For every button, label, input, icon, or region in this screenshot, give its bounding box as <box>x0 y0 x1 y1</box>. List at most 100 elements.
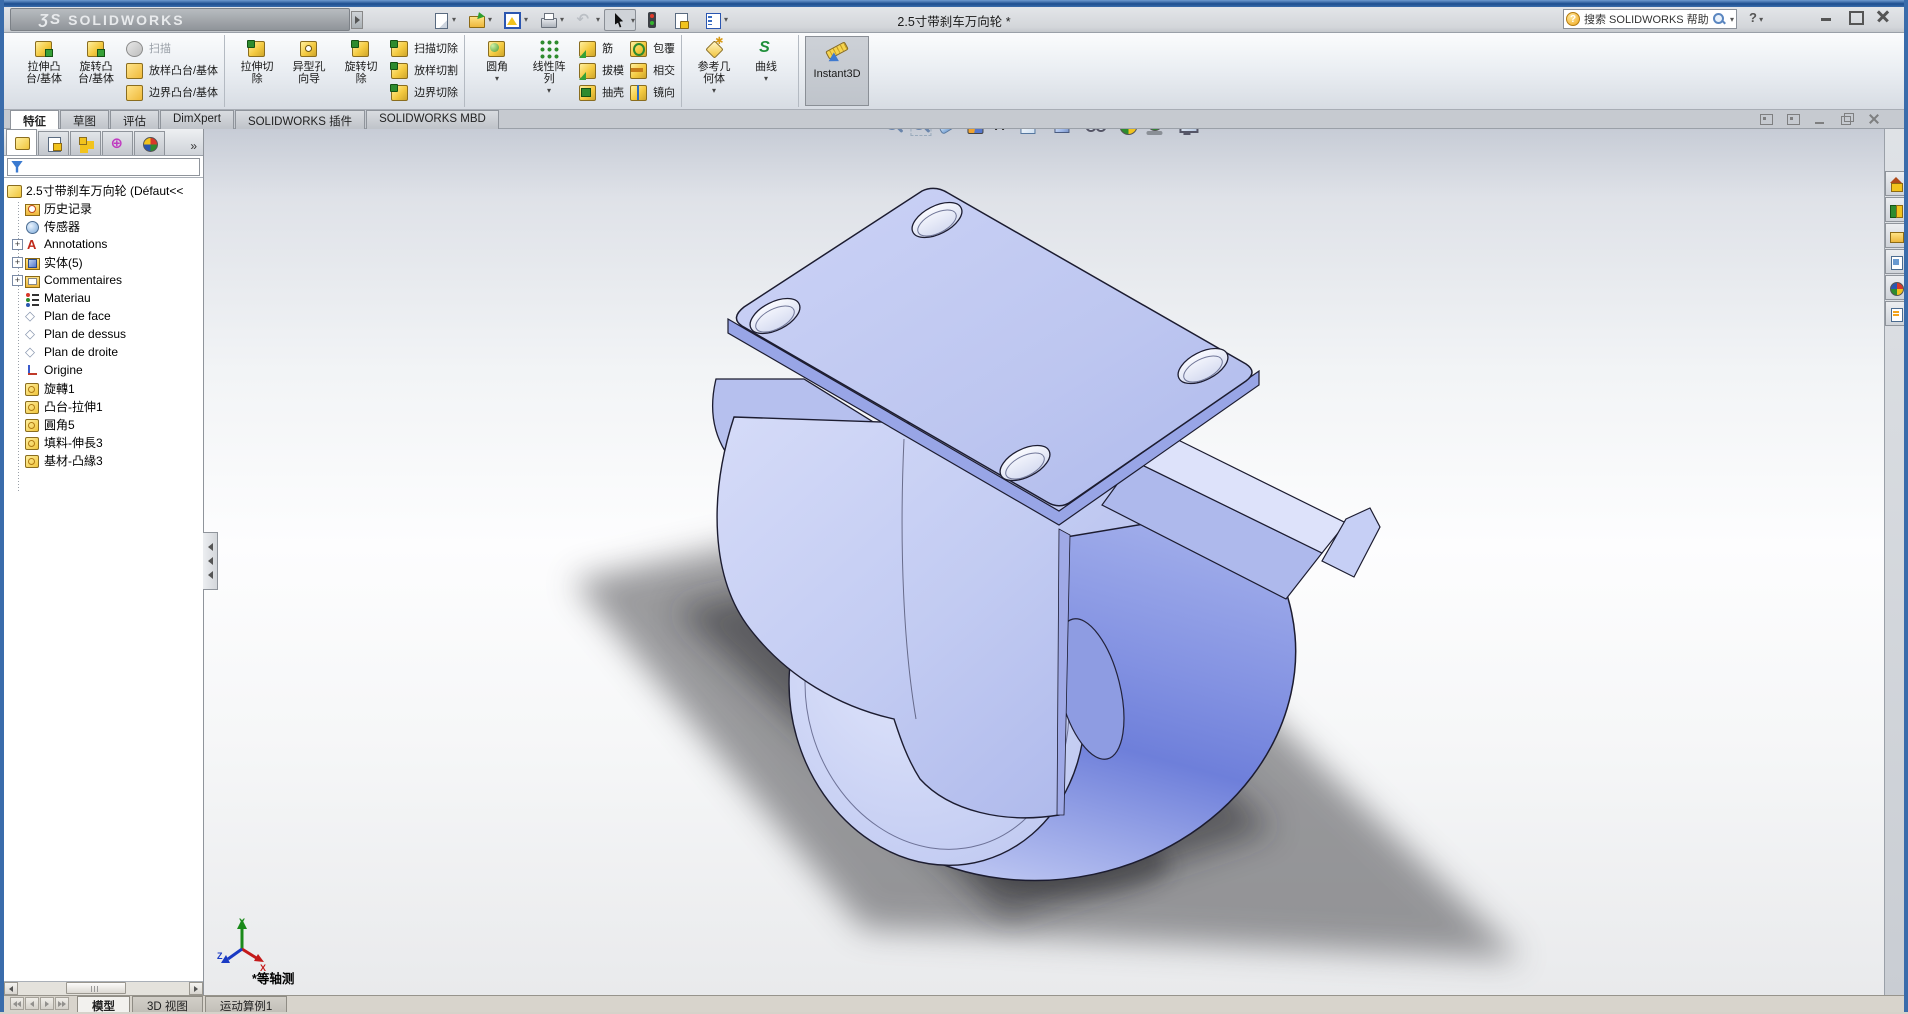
window-tile-icon[interactable] <box>1786 113 1801 125</box>
study-tab[interactable]: 运动算例1 <box>205 996 287 1012</box>
scroll-right-icon[interactable] <box>189 982 203 995</box>
ribbon-button[interactable]: 抽壳 <box>577 83 624 103</box>
tree-expand-toggle[interactable] <box>12 347 23 358</box>
graphics-viewport[interactable]: ▾ ▾ ▾ ▾ <box>204 129 1884 995</box>
command-tab[interactable]: SOLIDWORKS 插件 <box>235 110 365 129</box>
panel-tab[interactable] <box>70 131 101 155</box>
tree-horizontal-scrollbar[interactable] <box>4 981 203 995</box>
tree-item[interactable]: 传感器 <box>4 217 203 235</box>
tree-expand-toggle[interactable] <box>12 293 23 304</box>
scroll-track[interactable] <box>18 982 189 995</box>
help-button[interactable]: ? <box>1749 10 1763 25</box>
task-pane-tab[interactable] <box>1885 249 1904 274</box>
ribbon-button[interactable]: 旋转切 除 <box>335 36 387 106</box>
command-tab[interactable]: 草图 <box>60 110 109 129</box>
headsup-button[interactable]: ▾ <box>1084 129 1111 136</box>
tree-item[interactable]: 圓角5 <box>4 415 203 433</box>
panel-tab[interactable] <box>38 131 69 155</box>
nav-last-icon[interactable] <box>55 997 69 1010</box>
nav-next-icon[interactable] <box>40 997 54 1010</box>
tree-expand-toggle[interactable] <box>12 329 23 340</box>
tree-expand-toggle[interactable] <box>12 437 23 448</box>
tree-item[interactable]: Materiau <box>4 289 203 307</box>
tree-item[interactable]: Plan de droite <box>4 343 203 361</box>
tree-expand-toggle[interactable] <box>12 365 23 376</box>
ribbon-button[interactable]: Instant3D <box>805 36 869 106</box>
search-input[interactable] <box>1584 13 1708 25</box>
tree-item[interactable]: 实体(5) <box>4 253 203 271</box>
command-tab[interactable]: DimXpert <box>160 110 234 129</box>
ribbon-button[interactable]: 拉伸凸 台/基体 <box>18 36 70 106</box>
scroll-thumb[interactable] <box>66 982 126 994</box>
tree-item[interactable]: 旋轉1 <box>4 379 203 397</box>
ribbon-button[interactable]: 圆角 <box>471 36 523 106</box>
ribbon-button[interactable]: 扫描切除 <box>389 39 458 59</box>
search-caret-icon[interactable]: ▾ <box>1730 15 1734 24</box>
ribbon-button[interactable]: 参考几 何体 <box>688 36 740 106</box>
ribbon-button[interactable]: 放样凸台/基体 <box>124 61 218 81</box>
study-tab[interactable]: 3D 视图 <box>132 996 203 1012</box>
task-pane-tab[interactable] <box>1885 301 1904 326</box>
headsup-button[interactable]: ▾ <box>991 129 1012 136</box>
tree-expand-toggle[interactable] <box>12 455 23 466</box>
ribbon-button[interactable]: 扫描 <box>124 39 218 59</box>
study-tab[interactable]: 模型 <box>77 996 130 1012</box>
tree-item[interactable]: Commentaires <box>4 271 203 289</box>
ribbon-button[interactable]: 线性阵 列 <box>523 36 575 106</box>
nav-prev-icon[interactable] <box>25 997 39 1010</box>
headsup-button[interactable]: ▾ <box>937 129 958 136</box>
headsup-button[interactable]: ▾ <box>1018 129 1045 136</box>
headsup-button[interactable]: ▾ <box>910 129 931 136</box>
tree-item[interactable]: 2.5寸带刹车万向轮 (Défaut<< <box>4 181 203 199</box>
headsup-button[interactable]: ▾ <box>883 129 904 136</box>
tree-item[interactable]: Origine <box>4 361 203 379</box>
scroll-left-icon[interactable] <box>4 982 18 995</box>
panel-tab[interactable] <box>134 131 165 155</box>
tree-expand-toggle[interactable] <box>12 257 23 268</box>
search-icon[interactable] <box>1712 12 1726 26</box>
ribbon-button[interactable]: 拉伸切 除 <box>231 36 283 106</box>
command-tab[interactable]: 评估 <box>110 110 159 129</box>
tree-item[interactable]: 凸台-拉伸1 <box>4 397 203 415</box>
command-tab[interactable]: SOLIDWORKS MBD <box>366 110 499 129</box>
ribbon-button[interactable]: 拔模 <box>577 61 624 81</box>
nav-first-icon[interactable] <box>10 997 24 1010</box>
panel-tab[interactable] <box>6 129 37 155</box>
task-pane-tab[interactable] <box>1885 223 1904 248</box>
tree-item[interactable]: 填料-伸長3 <box>4 433 203 451</box>
tree-item[interactable]: Annotations <box>4 235 203 253</box>
ribbon-button[interactable]: 边界凸台/基体 <box>124 83 218 103</box>
tree-filter-input[interactable] <box>7 158 200 176</box>
ribbon-button[interactable]: 曲线 <box>740 36 792 106</box>
ribbon-button[interactable]: 相交 <box>628 61 675 81</box>
tree-expand-toggle[interactable] <box>12 275 23 286</box>
document-close-icon[interactable] <box>1867 113 1882 125</box>
tree-item[interactable]: Plan de dessus <box>4 325 203 343</box>
ribbon-button[interactable]: 旋转凸 台/基体 <box>70 36 122 106</box>
tree-item[interactable]: 基材-凸緣3 <box>4 451 203 469</box>
headsup-button[interactable]: ▾ <box>1178 129 1205 136</box>
tree-expand-toggle[interactable] <box>12 383 23 394</box>
minimize-button[interactable] <box>1820 10 1834 23</box>
panel-overflow-chevron[interactable]: » <box>190 139 201 155</box>
panel-tab[interactable] <box>102 131 133 155</box>
search-box[interactable]: ? ▾ <box>1563 9 1737 29</box>
tree-expand-toggle[interactable] <box>12 401 23 412</box>
tree-expand-toggle[interactable] <box>12 311 23 322</box>
window-tile-icon[interactable] <box>1759 113 1774 125</box>
tree-item[interactable]: Plan de face <box>4 307 203 325</box>
tree-expand-toggle[interactable] <box>12 203 23 214</box>
task-pane-tab[interactable] <box>1885 171 1904 196</box>
headsup-button[interactable]: ▾ <box>964 129 985 136</box>
ribbon-button[interactable]: 筋 <box>577 39 624 59</box>
panel-collapse-handle[interactable] <box>203 532 218 590</box>
tree-expand-toggle[interactable] <box>12 419 23 430</box>
tree-expand-toggle[interactable] <box>12 221 23 232</box>
command-tab[interactable]: 特征 <box>10 110 59 129</box>
maximize-button[interactable] <box>1848 10 1862 23</box>
ribbon-button[interactable]: 镜向 <box>628 83 675 103</box>
ribbon-button[interactable]: 边界切除 <box>389 83 458 103</box>
ribbon-button[interactable]: 包覆 <box>628 39 675 59</box>
headsup-button[interactable]: ▾ <box>1051 129 1078 136</box>
caster-wheel-model[interactable] <box>204 129 1884 995</box>
